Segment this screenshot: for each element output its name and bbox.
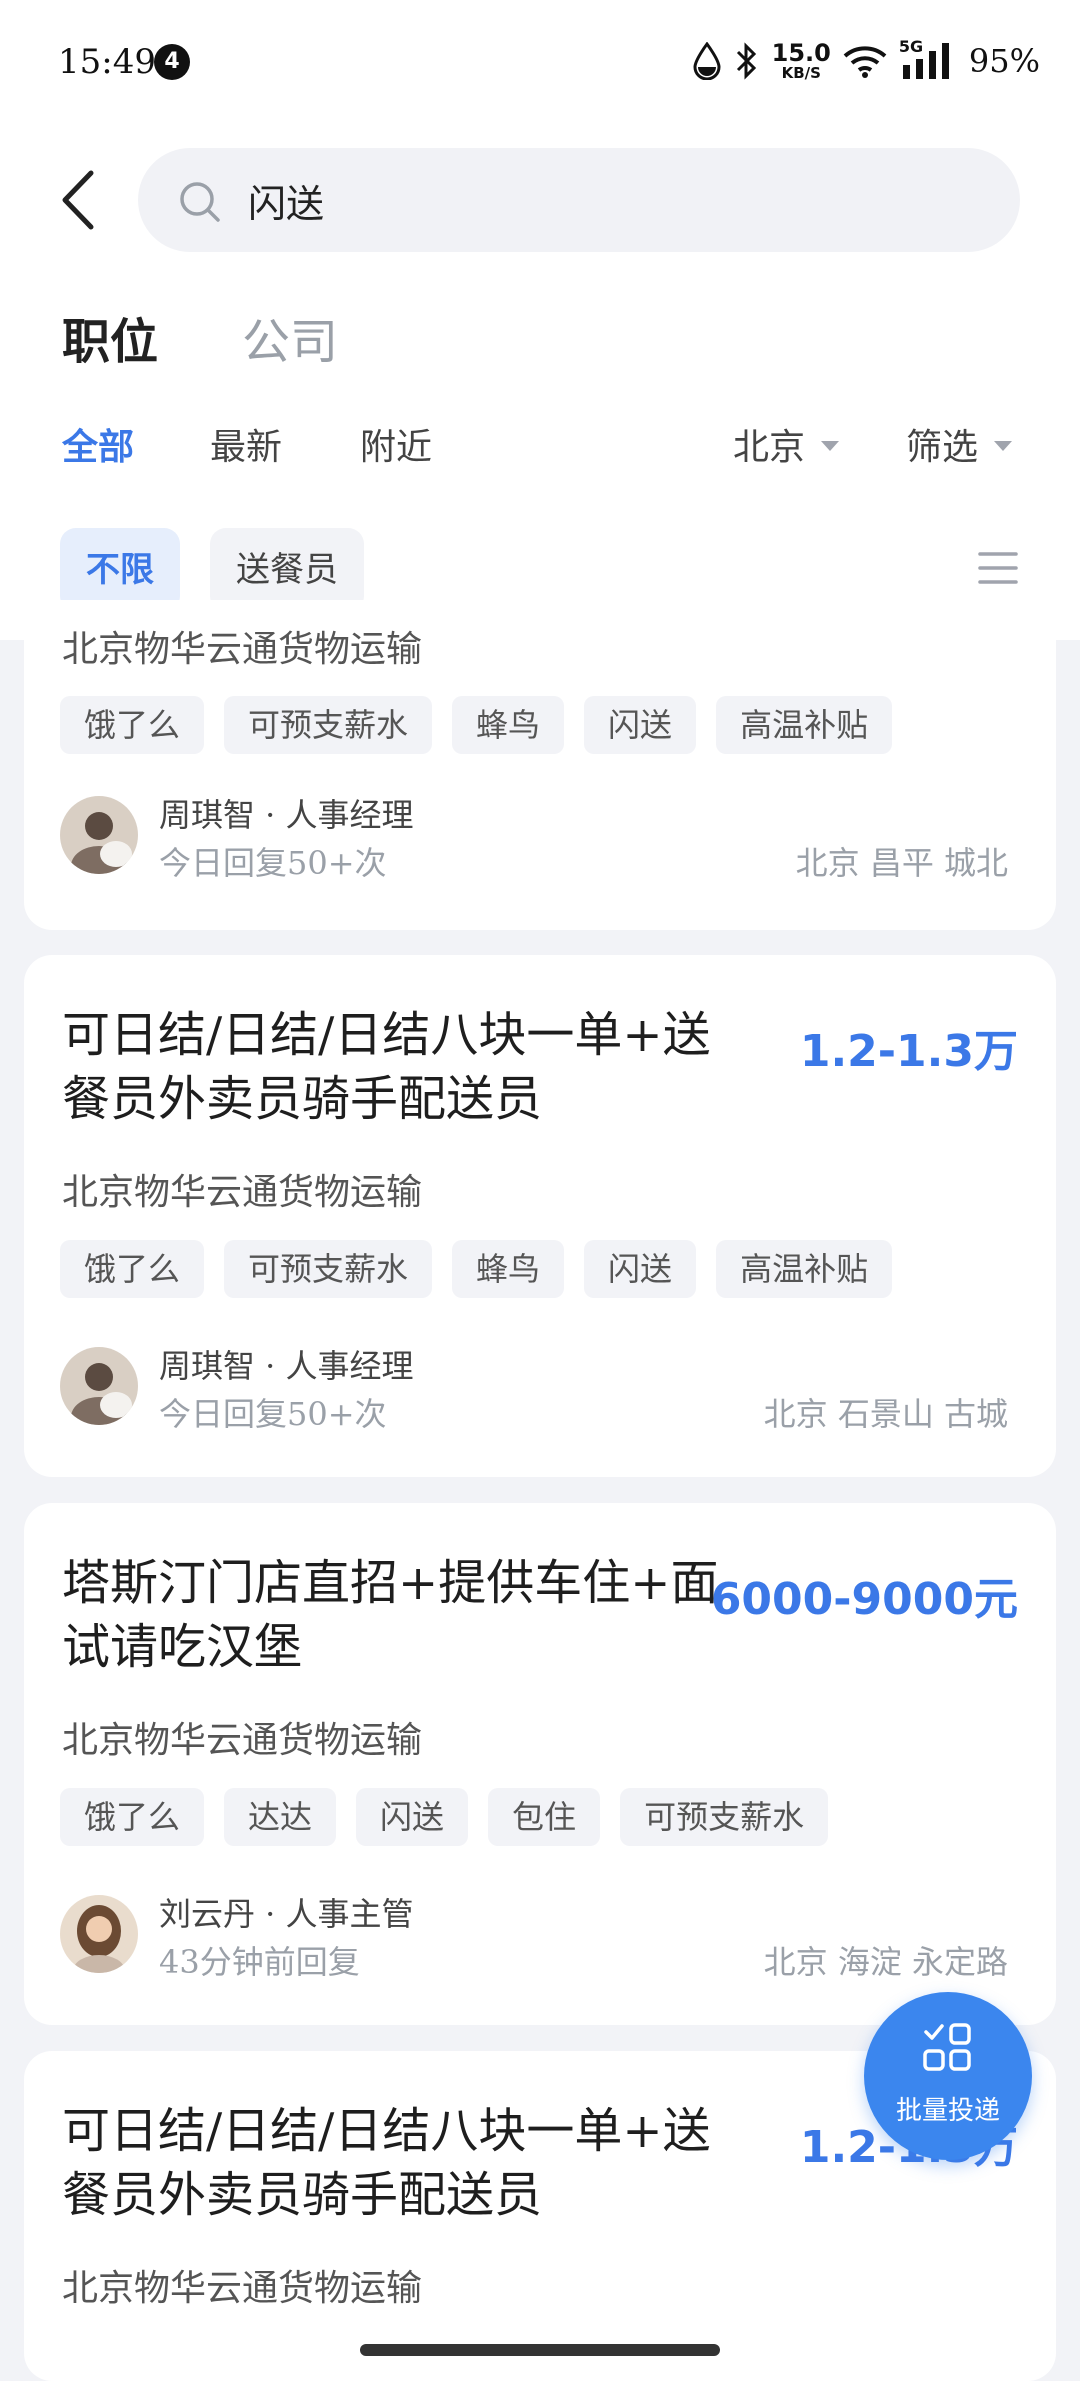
tag: 闪送 bbox=[584, 1240, 697, 1298]
tag: 饿了么 bbox=[60, 1240, 205, 1298]
company-name: 北京物华云通货物运输 bbox=[62, 1720, 423, 1761]
avatar bbox=[60, 796, 138, 874]
tag: 高温补贴 bbox=[716, 696, 893, 754]
job-card[interactable]: 北京物华云通货物运输 饿了么 可预支薪水 蜂鸟 闪送 高温补贴 周琪智 · 人事… bbox=[24, 600, 1056, 930]
job-location: 北京 石景山 古城 bbox=[763, 1395, 1008, 1433]
recruiter-name: 周琪智 · 人事经理 bbox=[159, 1347, 414, 1385]
signal-icon bbox=[902, 43, 949, 79]
job-location: 北京 海淀 永定路 bbox=[763, 1943, 1008, 1981]
search-input[interactable]: 闪送 bbox=[138, 148, 1020, 252]
status-bar: 15:49 4 15.0 KB/S 5G 95% bbox=[0, 0, 1080, 125]
tag: 蜂鸟 bbox=[452, 1240, 565, 1298]
tag: 可预支薪水 bbox=[224, 696, 433, 754]
job-title: 可日结/日结/日结八块一单+送餐员外卖员骑手配送员 bbox=[62, 2103, 711, 2223]
drop-icon bbox=[693, 42, 721, 80]
tab-nearby[interactable]: 附近 bbox=[360, 418, 432, 470]
battery-level: 95% bbox=[968, 42, 1040, 80]
batch-apply-button[interactable]: 批量投递 bbox=[864, 1992, 1032, 2160]
filter-label: 筛选 bbox=[906, 427, 979, 468]
batch-apply-icon bbox=[923, 2023, 971, 2071]
tag: 蜂鸟 bbox=[452, 696, 565, 754]
tag-list: 饿了么 达达 闪送 包住 可预支薪水 bbox=[60, 1788, 829, 1846]
filter-dropdown[interactable]: 筛选 bbox=[906, 418, 1013, 470]
tag: 闪送 bbox=[584, 696, 697, 754]
batch-apply-label: 批量投递 bbox=[895, 2096, 1000, 2126]
company-name: 北京物华云通货物运输 bbox=[62, 2268, 423, 2309]
city-label: 北京 bbox=[733, 427, 806, 468]
job-title: 塔斯汀门店直招+提供车住+面试请吃汉堡 bbox=[62, 1555, 719, 1675]
tag-list: 饿了么 可预支薪水 蜂鸟 闪送 高温补贴 bbox=[60, 1240, 893, 1298]
tag: 饿了么 bbox=[60, 696, 205, 754]
search-icon bbox=[180, 182, 220, 222]
cell-signal: 5G bbox=[899, 37, 957, 81]
search-query: 闪送 bbox=[248, 182, 325, 226]
salary: 6000-9000元 bbox=[710, 1574, 1018, 1625]
speed-value: 15.0 bbox=[771, 39, 831, 67]
caret-down-icon bbox=[994, 441, 1013, 451]
menu-icon[interactable] bbox=[978, 548, 1018, 588]
job-card[interactable]: 塔斯汀门店直招+提供车住+面试请吃汉堡 6000-9000元 北京物华云通货物运… bbox=[24, 1503, 1056, 2025]
recruiter-name: 周琪智 · 人事经理 bbox=[159, 796, 414, 834]
avatar bbox=[60, 1895, 138, 1973]
tag: 闪送 bbox=[356, 1788, 469, 1846]
notification-badge: 4 bbox=[154, 44, 190, 80]
tag: 可预支薪水 bbox=[620, 1788, 829, 1846]
company-name: 北京物华云通货物运输 bbox=[62, 1172, 423, 1213]
city-dropdown[interactable]: 北京 bbox=[733, 418, 840, 470]
tab-latest[interactable]: 最新 bbox=[210, 418, 282, 470]
avatar bbox=[60, 1347, 138, 1425]
tab-all[interactable]: 全部 bbox=[62, 418, 134, 470]
tag: 达达 bbox=[224, 1788, 337, 1846]
salary: 1.2-1.3万 bbox=[799, 1026, 1018, 1077]
back-arrow-icon bbox=[62, 170, 94, 230]
reply-status: 今日回复50+次 bbox=[159, 1395, 387, 1433]
speed-unit: KB/S bbox=[781, 64, 821, 82]
tab-companies[interactable]: 公司 bbox=[242, 302, 338, 372]
reply-status: 43分钟前回复 bbox=[159, 1943, 360, 1981]
tag: 包住 bbox=[488, 1788, 601, 1846]
home-indicator[interactable] bbox=[360, 2344, 720, 2356]
company-name: 北京物华云通货物运输 bbox=[62, 629, 423, 670]
job-title: 可日结/日结/日结八块一单+送餐员外卖员骑手配送员 bbox=[62, 1007, 711, 1127]
bluetooth-icon bbox=[736, 42, 756, 80]
tag-list: 饿了么 可预支薪水 蜂鸟 闪送 高温补贴 bbox=[60, 696, 893, 754]
job-card[interactable]: 可日结/日结/日结八块一单+送餐员外卖员骑手配送员 1.2-1.3万 北京物华云… bbox=[24, 955, 1056, 1477]
recruiter-name: 刘云丹 · 人事主管 bbox=[159, 1895, 414, 1933]
network-speed: 15.0 KB/S bbox=[772, 41, 831, 81]
tag: 高温补贴 bbox=[716, 1240, 893, 1298]
tag: 可预支薪水 bbox=[224, 1240, 433, 1298]
reply-status: 今日回复50+次 bbox=[159, 844, 387, 882]
back-button[interactable] bbox=[55, 165, 105, 235]
tag: 饿了么 bbox=[60, 1788, 205, 1846]
status-icons: 15.0 KB/S 5G 95% bbox=[692, 37, 1040, 84]
caret-down-icon bbox=[821, 441, 840, 451]
wifi-icon bbox=[843, 46, 887, 78]
job-location: 北京 昌平 城北 bbox=[795, 844, 1008, 882]
status-time: 15:49 bbox=[58, 42, 156, 82]
tab-jobs[interactable]: 职位 bbox=[62, 302, 158, 372]
